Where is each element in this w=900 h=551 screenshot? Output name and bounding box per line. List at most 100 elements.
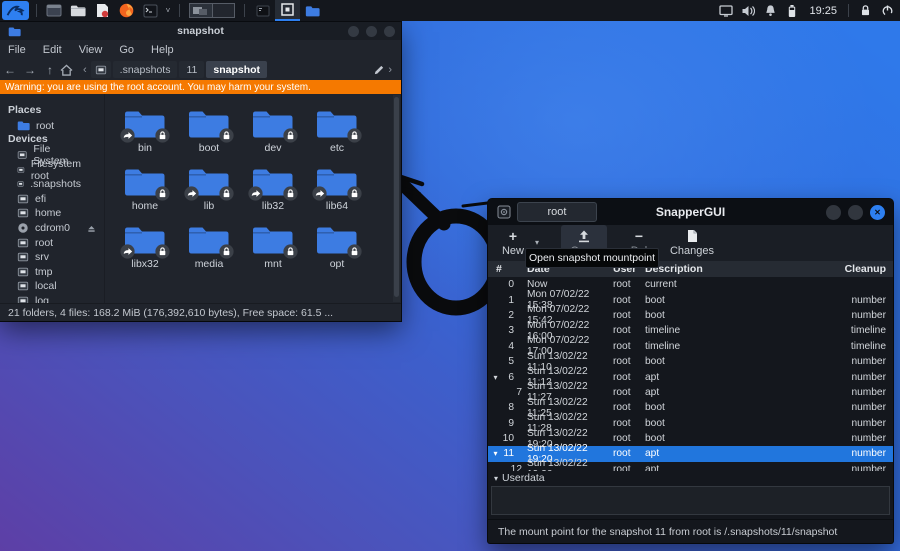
- folder-item[interactable]: mnt: [241, 224, 305, 282]
- path-scroll-right-icon[interactable]: ›: [385, 64, 395, 76]
- minus-icon: −: [634, 228, 644, 244]
- tooltip-open-mountpoint: Open snapshot mountpoint: [525, 248, 659, 268]
- workspace-switcher[interactable]: [189, 3, 235, 18]
- taskbar-snappergui-window[interactable]: [275, 0, 300, 21]
- column-header-cleanup[interactable]: Cleanup: [835, 263, 893, 275]
- firefox-launcher[interactable]: [114, 0, 138, 21]
- terminal-launcher[interactable]: [138, 0, 162, 21]
- snappergui-window: SnapperGUI root ✕ + New ▾ O: [488, 199, 893, 543]
- taskbar-terminal-window[interactable]: [250, 0, 275, 21]
- config-tab-root[interactable]: root: [517, 202, 597, 222]
- sidebar-item-device[interactable]: efi: [0, 192, 104, 207]
- breadcrumb-segment[interactable]: 11: [179, 61, 205, 78]
- power-icon[interactable]: [876, 0, 898, 21]
- clock[interactable]: 19:25: [803, 5, 843, 17]
- sidebar-item-device[interactable]: log: [0, 294, 104, 303]
- folder-item[interactable]: bin: [113, 108, 177, 166]
- menu-item[interactable]: Edit: [43, 44, 62, 56]
- menu-item[interactable]: File: [8, 44, 26, 56]
- home-button[interactable]: [60, 64, 80, 76]
- panel-separator: [36, 4, 37, 17]
- sidebar-item-device[interactable]: root: [0, 235, 104, 250]
- sidebar-item-device[interactable]: local: [0, 279, 104, 294]
- snapshot-description: apt: [645, 386, 660, 398]
- menu-item[interactable]: Help: [151, 44, 174, 56]
- launcher-dropdown-caret[interactable]: ˅: [162, 0, 174, 21]
- folder-item[interactable]: libx32: [113, 224, 177, 282]
- folder-icon: [120, 224, 170, 259]
- close-button[interactable]: ✕: [870, 204, 885, 220]
- scrollbar-thumb[interactable]: [394, 97, 399, 297]
- sidebar-item-device[interactable]: home: [0, 206, 104, 221]
- path-root-drive-button[interactable]: [90, 61, 111, 78]
- terminal-emulator-launcher[interactable]: [42, 0, 66, 21]
- snapshot-user: root: [613, 433, 631, 445]
- workspace-2[interactable]: [211, 4, 234, 17]
- lock-emblem-icon: [347, 128, 362, 143]
- folder-item[interactable]: etc: [305, 108, 369, 166]
- minimize-button[interactable]: [826, 204, 841, 220]
- sidebar-item-device[interactable]: cdrom0: [0, 221, 104, 236]
- sidebar-item-place[interactable]: root: [0, 119, 104, 134]
- file-manager-launcher[interactable]: [66, 0, 90, 21]
- display-settings-icon[interactable]: [715, 0, 737, 21]
- userdata-expander[interactable]: ▾ Userdata: [488, 471, 893, 485]
- sidebar-item-device[interactable]: Filesystem root: [0, 158, 104, 182]
- folder-icon: [312, 166, 362, 201]
- folder-item[interactable]: lib: [177, 166, 241, 224]
- menu-item[interactable]: View: [79, 44, 103, 56]
- up-button[interactable]: ↑: [40, 63, 60, 77]
- folder-icon: [17, 121, 30, 131]
- battery-icon[interactable]: [781, 0, 803, 21]
- maximize-button[interactable]: [366, 25, 377, 37]
- path-scroll-left-icon[interactable]: ‹: [80, 64, 90, 76]
- menu-item[interactable]: Go: [119, 44, 134, 56]
- snapshot-number: 10: [502, 433, 514, 445]
- breadcrumb-segment[interactable]: .snapshots: [112, 61, 178, 78]
- folder-item[interactable]: boot: [177, 108, 241, 166]
- back-button[interactable]: ←: [0, 63, 20, 77]
- folder-item[interactable]: lib32: [241, 166, 305, 224]
- folder-item[interactable]: opt: [305, 224, 369, 282]
- changes-button[interactable]: Changes: [667, 225, 717, 259]
- workspace-1[interactable]: [190, 4, 212, 17]
- volume-icon[interactable]: [737, 0, 759, 21]
- minimize-button[interactable]: [348, 25, 359, 37]
- folder-item[interactable]: lib64: [305, 166, 369, 224]
- column-header-description[interactable]: Description: [645, 263, 835, 275]
- snapshot-user: root: [613, 417, 631, 429]
- expander-icon[interactable]: ▾: [488, 373, 500, 382]
- snapper-titlebar[interactable]: SnapperGUI root ✕: [488, 199, 893, 225]
- sidebar-item-device[interactable]: tmp: [0, 265, 104, 280]
- breadcrumb-segment[interactable]: snapshot: [206, 61, 268, 78]
- snapshot-cleanup: number: [851, 309, 886, 321]
- snapshot-number: 11: [503, 448, 514, 460]
- forward-button[interactable]: →: [20, 63, 40, 77]
- folder-item[interactable]: media: [177, 224, 241, 282]
- column-header-number[interactable]: #: [488, 263, 527, 275]
- eject-button[interactable]: [87, 224, 96, 233]
- notifications-bell-icon[interactable]: [759, 0, 781, 21]
- edit-path-button[interactable]: [373, 64, 385, 76]
- folder-item[interactable]: dev: [241, 108, 305, 166]
- text-editor-launcher[interactable]: [90, 0, 114, 21]
- sidebar-item-device[interactable]: srv: [0, 250, 104, 265]
- file-grid: bin boot dev etc home lib lib32 lib64 li…: [105, 94, 401, 303]
- folder-item[interactable]: home: [113, 166, 177, 224]
- symlink-emblem-icon: [312, 186, 327, 201]
- snapshot-row[interactable]: ▾ 12 Sun 13/02/22 19:20 root apt number: [488, 458, 893, 471]
- close-button[interactable]: [384, 25, 395, 37]
- file-manager-titlebar[interactable]: snapshot: [0, 22, 401, 40]
- sidebar-item-label: home: [35, 207, 62, 220]
- expander-icon[interactable]: ▾: [488, 449, 500, 458]
- sidebar-item-device[interactable]: .snapshots: [0, 177, 104, 192]
- folder-icon: [187, 108, 234, 143]
- scrollbar[interactable]: [393, 95, 400, 302]
- maximize-button[interactable]: [848, 204, 863, 220]
- drive-icon: [17, 267, 29, 277]
- applications-menu-button[interactable]: [2, 1, 29, 20]
- snapshot-description: timeline: [645, 325, 681, 337]
- snapper-status-bar: The mount point for the snapshot 11 from…: [488, 519, 893, 543]
- taskbar-file-manager-window[interactable]: [300, 0, 325, 21]
- lock-screen-icon[interactable]: [854, 0, 876, 21]
